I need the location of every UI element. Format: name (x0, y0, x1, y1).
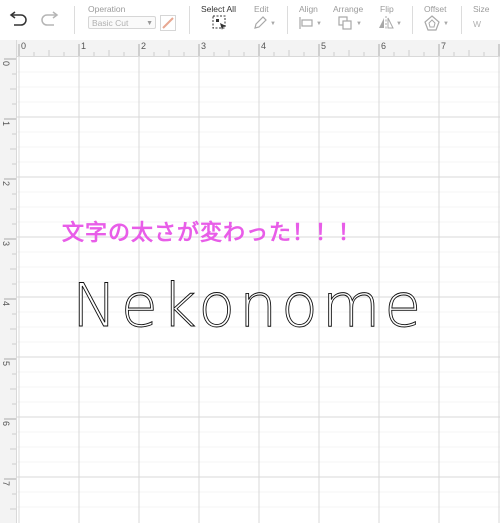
chevron-down-icon: ▼ (396, 21, 402, 27)
chevron-down-icon: ▼ (356, 21, 362, 27)
offset-button[interactable] (424, 15, 440, 36)
chevron-down-icon: ▼ (270, 21, 276, 27)
pencil-icon (254, 16, 267, 29)
ruler-label: 5 (1, 361, 11, 367)
operation-value: Basic Cut (92, 18, 129, 28)
align-label: Align (299, 4, 318, 14)
line-type-swatch[interactable] (160, 15, 176, 36)
ruler-label: 2 (141, 41, 147, 51)
ruler-ticks (18, 44, 500, 56)
ruler-label: 5 (321, 41, 327, 51)
toolbar-divider (74, 6, 75, 34)
arrange-button[interactable] (337, 15, 353, 36)
ruler-label: 4 (1, 301, 11, 307)
ruler-label: 1 (81, 41, 87, 51)
edit-button[interactable] (252, 15, 268, 36)
undo-icon (9, 11, 27, 26)
ruler-label: 7 (1, 481, 11, 487)
arrange-label: Arrange (333, 4, 364, 14)
horizontal-ruler: 0 1 2 3 4 5 6 7 (0, 40, 500, 57)
flip-label: Flip (380, 4, 394, 14)
offset-icon (424, 15, 440, 31)
toolbar-divider (412, 6, 413, 34)
align-left-icon (299, 17, 313, 29)
ruler-label: 3 (1, 241, 11, 247)
toolbar-divider (189, 6, 190, 34)
ruler-label: 2 (1, 181, 11, 187)
annotation-caption: 文字の太さが変わった！！！ (62, 221, 362, 246)
ruler-ticks (4, 58, 16, 510)
redo-button[interactable] (40, 11, 60, 32)
ruler-label: 6 (1, 421, 11, 427)
design-text-object[interactable]: Nekonome (72, 276, 425, 337)
select-all-icon (212, 15, 226, 30)
chevron-down-icon: ▼ (146, 20, 153, 27)
redo-icon (41, 11, 59, 26)
arrange-icon (338, 16, 352, 30)
flip-icon (379, 16, 394, 30)
chevron-down-icon: ▼ (443, 21, 449, 27)
ruler-label: 7 (441, 41, 447, 51)
size-label: Size (473, 4, 490, 14)
top-toolbar: Operation Basic Cut ▼ Select All Edit ▼ … (0, 0, 500, 41)
width-field-label[interactable]: W (473, 19, 481, 29)
edit-label: Edit (254, 4, 269, 14)
select-all-label: Select All (201, 4, 236, 14)
design-canvas[interactable]: 0 1 2 3 4 5 6 7 0 1 2 3 4 5 6 7 文字の太さが変わ… (0, 40, 500, 523)
ruler-label: 6 (381, 41, 387, 51)
ruler-label: 1 (1, 121, 11, 127)
ruler-label: 4 (261, 41, 267, 51)
undo-button[interactable] (8, 11, 28, 32)
operation-label: Operation (88, 4, 126, 14)
align-button[interactable] (298, 16, 314, 35)
toolbar-divider (287, 6, 288, 34)
vertical-ruler: 0 1 2 3 4 5 6 7 (0, 40, 17, 523)
pen-line-icon (160, 15, 176, 31)
ruler-label: 0 (1, 61, 11, 67)
select-all-button[interactable] (212, 15, 228, 36)
flip-button[interactable] (378, 15, 394, 36)
toolbar-divider (461, 6, 462, 34)
offset-label: Offset (424, 4, 447, 14)
ruler-label: 3 (201, 41, 207, 51)
operation-select[interactable]: Basic Cut ▼ (88, 16, 156, 29)
ruler-label: 0 (21, 41, 27, 51)
chevron-down-icon: ▼ (316, 21, 322, 27)
